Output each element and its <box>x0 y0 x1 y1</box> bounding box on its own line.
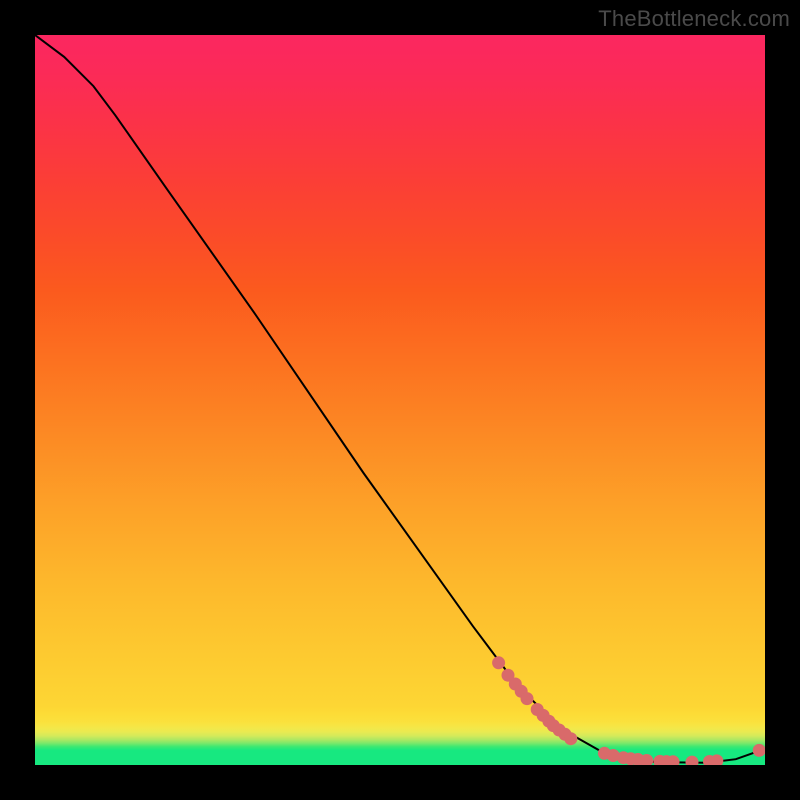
watermark-text: TheBottleneck.com <box>598 6 790 32</box>
data-marker <box>564 732 577 745</box>
plot-area <box>35 35 765 765</box>
data-marker <box>521 692 534 705</box>
data-marker <box>492 656 505 669</box>
data-markers <box>492 656 765 765</box>
chart-frame: TheBottleneck.com <box>0 0 800 800</box>
bottleneck-curve <box>35 35 765 763</box>
chart-svg <box>35 35 765 765</box>
data-marker <box>753 744 765 757</box>
data-marker <box>686 756 699 765</box>
